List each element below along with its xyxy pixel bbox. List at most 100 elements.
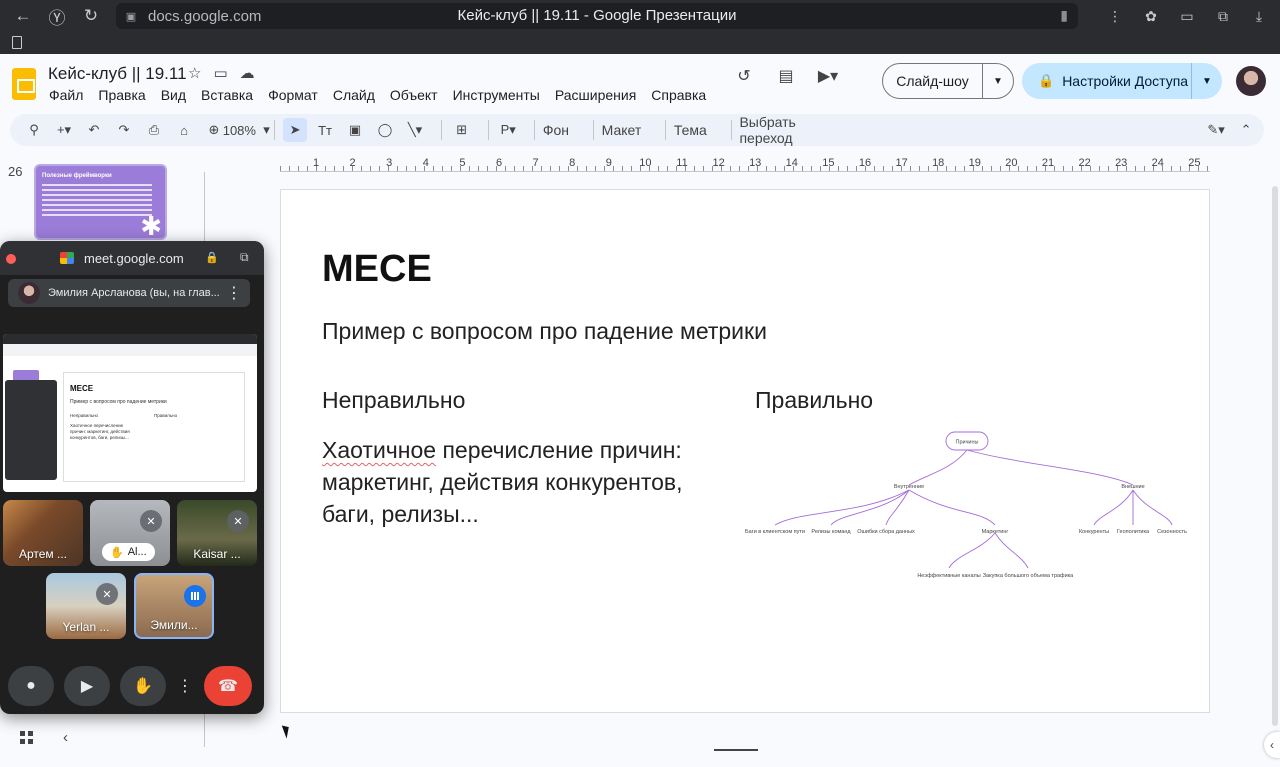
- participant-tile-self[interactable]: Эмили...: [134, 573, 214, 639]
- presenter-name: Эмилия Арсланова (вы, на глав...: [48, 287, 220, 299]
- extension-icon[interactable]: ✿: [1140, 5, 1162, 27]
- speaker-notes-handle[interactable]: [714, 749, 758, 751]
- puzzle-icon[interactable]: ⧉: [1212, 5, 1234, 27]
- site-info-icon[interactable]: ▣: [124, 10, 138, 23]
- theme-button[interactable]: Тема: [674, 122, 707, 138]
- account-avatar[interactable]: [1236, 66, 1266, 96]
- node-internal: Внутренние: [894, 484, 924, 490]
- vertical-scrollbar[interactable]: [1272, 186, 1278, 726]
- causes-tree-diagram[interactable]: Причины Внутренние Внешние Баги в клиент…: [741, 425, 1201, 595]
- document-title[interactable]: Кейс-клуб || 19.11: [48, 64, 187, 84]
- paint-format-icon[interactable]: ⌂: [172, 118, 196, 142]
- menu-dots-icon[interactable]: ⋮: [1104, 5, 1126, 27]
- divider: [441, 120, 442, 140]
- cloud-status-icon[interactable]: ☁: [240, 64, 255, 82]
- participant-tile[interactable]: ✕ Kaisar ...: [177, 500, 257, 566]
- participant-tile[interactable]: Артем ...: [3, 500, 83, 566]
- slide-thumbnail[interactable]: Полезные фреймворки ✱: [34, 164, 167, 240]
- address-bar[interactable]: ▣ docs.google.com Кейс-клуб || 19.11 - G…: [116, 3, 1078, 29]
- presenter-chip[interactable]: Эмилия Арсланова (вы, на глав... ⋮: [8, 279, 250, 307]
- document-icon[interactable]: [12, 36, 22, 49]
- shape-icon[interactable]: ◯: [373, 118, 397, 142]
- participant-tile[interactable]: ✕ ✋ Al...: [90, 500, 170, 566]
- microphone-icon[interactable]: ●: [8, 666, 54, 706]
- image-icon[interactable]: ▣: [343, 118, 367, 142]
- participant-tile[interactable]: ✕ Yerlan ...: [46, 573, 126, 639]
- side-panel-toggle-icon[interactable]: ‹: [1264, 732, 1280, 758]
- raise-hand-icon[interactable]: ✋: [120, 666, 166, 706]
- layout-button[interactable]: Макет: [602, 122, 642, 138]
- zoom-select[interactable]: 108% ▾: [223, 118, 270, 142]
- search-menus-icon[interactable]: ⚲: [22, 118, 46, 142]
- node-bugs: Баги в клиентском пути: [745, 529, 805, 535]
- text-box-icon[interactable]: Tт: [313, 118, 337, 142]
- node-root: Причины: [955, 440, 978, 446]
- slide-canvas[interactable]: МЕСЕ Пример с вопросом про падение метри…: [280, 189, 1210, 713]
- divider: [730, 120, 732, 140]
- battery-icon[interactable]: ▭: [1176, 5, 1198, 27]
- new-slide-icon[interactable]: +▾: [52, 118, 76, 142]
- node-competitors: Конкуренты: [1079, 529, 1109, 535]
- share-button[interactable]: 🔒 Настройки Доступа ▼: [1022, 63, 1222, 99]
- wrong-heading[interactable]: Неправильно: [322, 387, 465, 414]
- more-options-icon[interactable]: ⋮: [176, 666, 194, 706]
- thumb-lines: [42, 184, 152, 219]
- transition-button[interactable]: Выбрать переход: [739, 114, 808, 146]
- back-icon[interactable]: ←: [6, 2, 40, 30]
- bookmark-icon[interactable]: ▮: [1060, 7, 1068, 24]
- close-window-icon[interactable]: [6, 254, 16, 264]
- grid-view-icon[interactable]: [20, 731, 33, 744]
- history-icon[interactable]: ↺: [730, 62, 758, 90]
- collapse-filmstrip-icon[interactable]: ‹: [63, 729, 68, 746]
- browser-toolbar: ← Ⓨ ↻ ▣ docs.google.com Кейс-клуб || 19.…: [0, 0, 1280, 32]
- comment-add-icon[interactable]: ⊞: [450, 118, 474, 142]
- lock-icon: 🔒: [205, 252, 219, 264]
- more-options-icon[interactable]: ⋮: [226, 283, 242, 303]
- star-icon[interactable]: ☆: [188, 64, 201, 82]
- share-label-wrap[interactable]: 🔒 Настройки Доступа: [1022, 63, 1192, 99]
- background-button[interactable]: Фон: [543, 122, 569, 138]
- pen-icon[interactable]: ✎▾: [1204, 118, 1228, 142]
- comments-icon[interactable]: ▤: [772, 62, 800, 90]
- slide-subtitle[interactable]: Пример с вопросом про падение метрики: [322, 318, 767, 345]
- menu-insert[interactable]: Вставка: [201, 87, 253, 103]
- chevron-down-icon[interactable]: ▼: [1192, 76, 1222, 87]
- meet-camera-icon[interactable]: ▶▾: [814, 62, 842, 90]
- menu-slide[interactable]: Слайд: [333, 87, 375, 103]
- redo-icon[interactable]: ↷: [112, 118, 136, 142]
- menu-format[interactable]: Формат: [268, 87, 318, 103]
- wrong-body-text[interactable]: Хаотичное перечисление причин: маркетинг…: [322, 434, 702, 530]
- menu-help[interactable]: Справка: [651, 87, 706, 103]
- shared-browser-bar: [3, 334, 257, 344]
- slideshow-button[interactable]: Слайд-шоу ▼: [882, 63, 1014, 99]
- slide-title[interactable]: МЕСЕ: [322, 248, 432, 291]
- download-icon[interactable]: ⤓: [1248, 5, 1270, 27]
- node-marketing: Маркетинг: [982, 529, 1009, 535]
- shared-app-bar: [3, 344, 257, 356]
- undo-icon[interactable]: ↶: [82, 118, 106, 142]
- print-icon[interactable]: ⎙: [142, 118, 166, 142]
- menu-extensions[interactable]: Расширения: [555, 87, 636, 103]
- slideshow-label[interactable]: Слайд-шоу: [883, 64, 983, 98]
- end-call-icon[interactable]: ☎: [204, 666, 252, 706]
- menu-view[interactable]: Вид: [161, 87, 186, 103]
- menu-edit[interactable]: Правка: [98, 87, 145, 103]
- chevron-down-icon[interactable]: ▼: [983, 76, 1013, 87]
- slides-logo-icon[interactable]: [12, 68, 36, 100]
- line-icon[interactable]: ╲▾: [403, 118, 427, 142]
- right-heading[interactable]: Правильно: [755, 387, 873, 414]
- menu-object[interactable]: Объект: [390, 87, 438, 103]
- menu-file[interactable]: Файл: [49, 87, 83, 103]
- reload-icon[interactable]: ↻: [74, 2, 108, 30]
- select-cursor-icon[interactable]: ➤: [283, 118, 308, 142]
- back-to-tab-icon[interactable]: ⧉: [240, 250, 249, 265]
- pip-site: meet.google.com: [84, 251, 184, 266]
- collapse-toolbar-icon[interactable]: ⌃: [1234, 118, 1258, 142]
- yandex-icon[interactable]: Ⓨ: [40, 2, 74, 30]
- text-format-icon[interactable]: P▾: [496, 118, 520, 142]
- camera-icon[interactable]: ▶: [64, 666, 110, 706]
- shared-screen-preview[interactable]: МЕСЕ Пример с вопросом про падение метри…: [3, 334, 257, 492]
- menu-tools[interactable]: Инструменты: [453, 87, 540, 103]
- move-folder-icon[interactable]: ▭: [213, 64, 227, 82]
- meet-pip-window[interactable]: meet.google.com 🔒 ⧉ Эмилия Арсланова (вы…: [0, 241, 264, 714]
